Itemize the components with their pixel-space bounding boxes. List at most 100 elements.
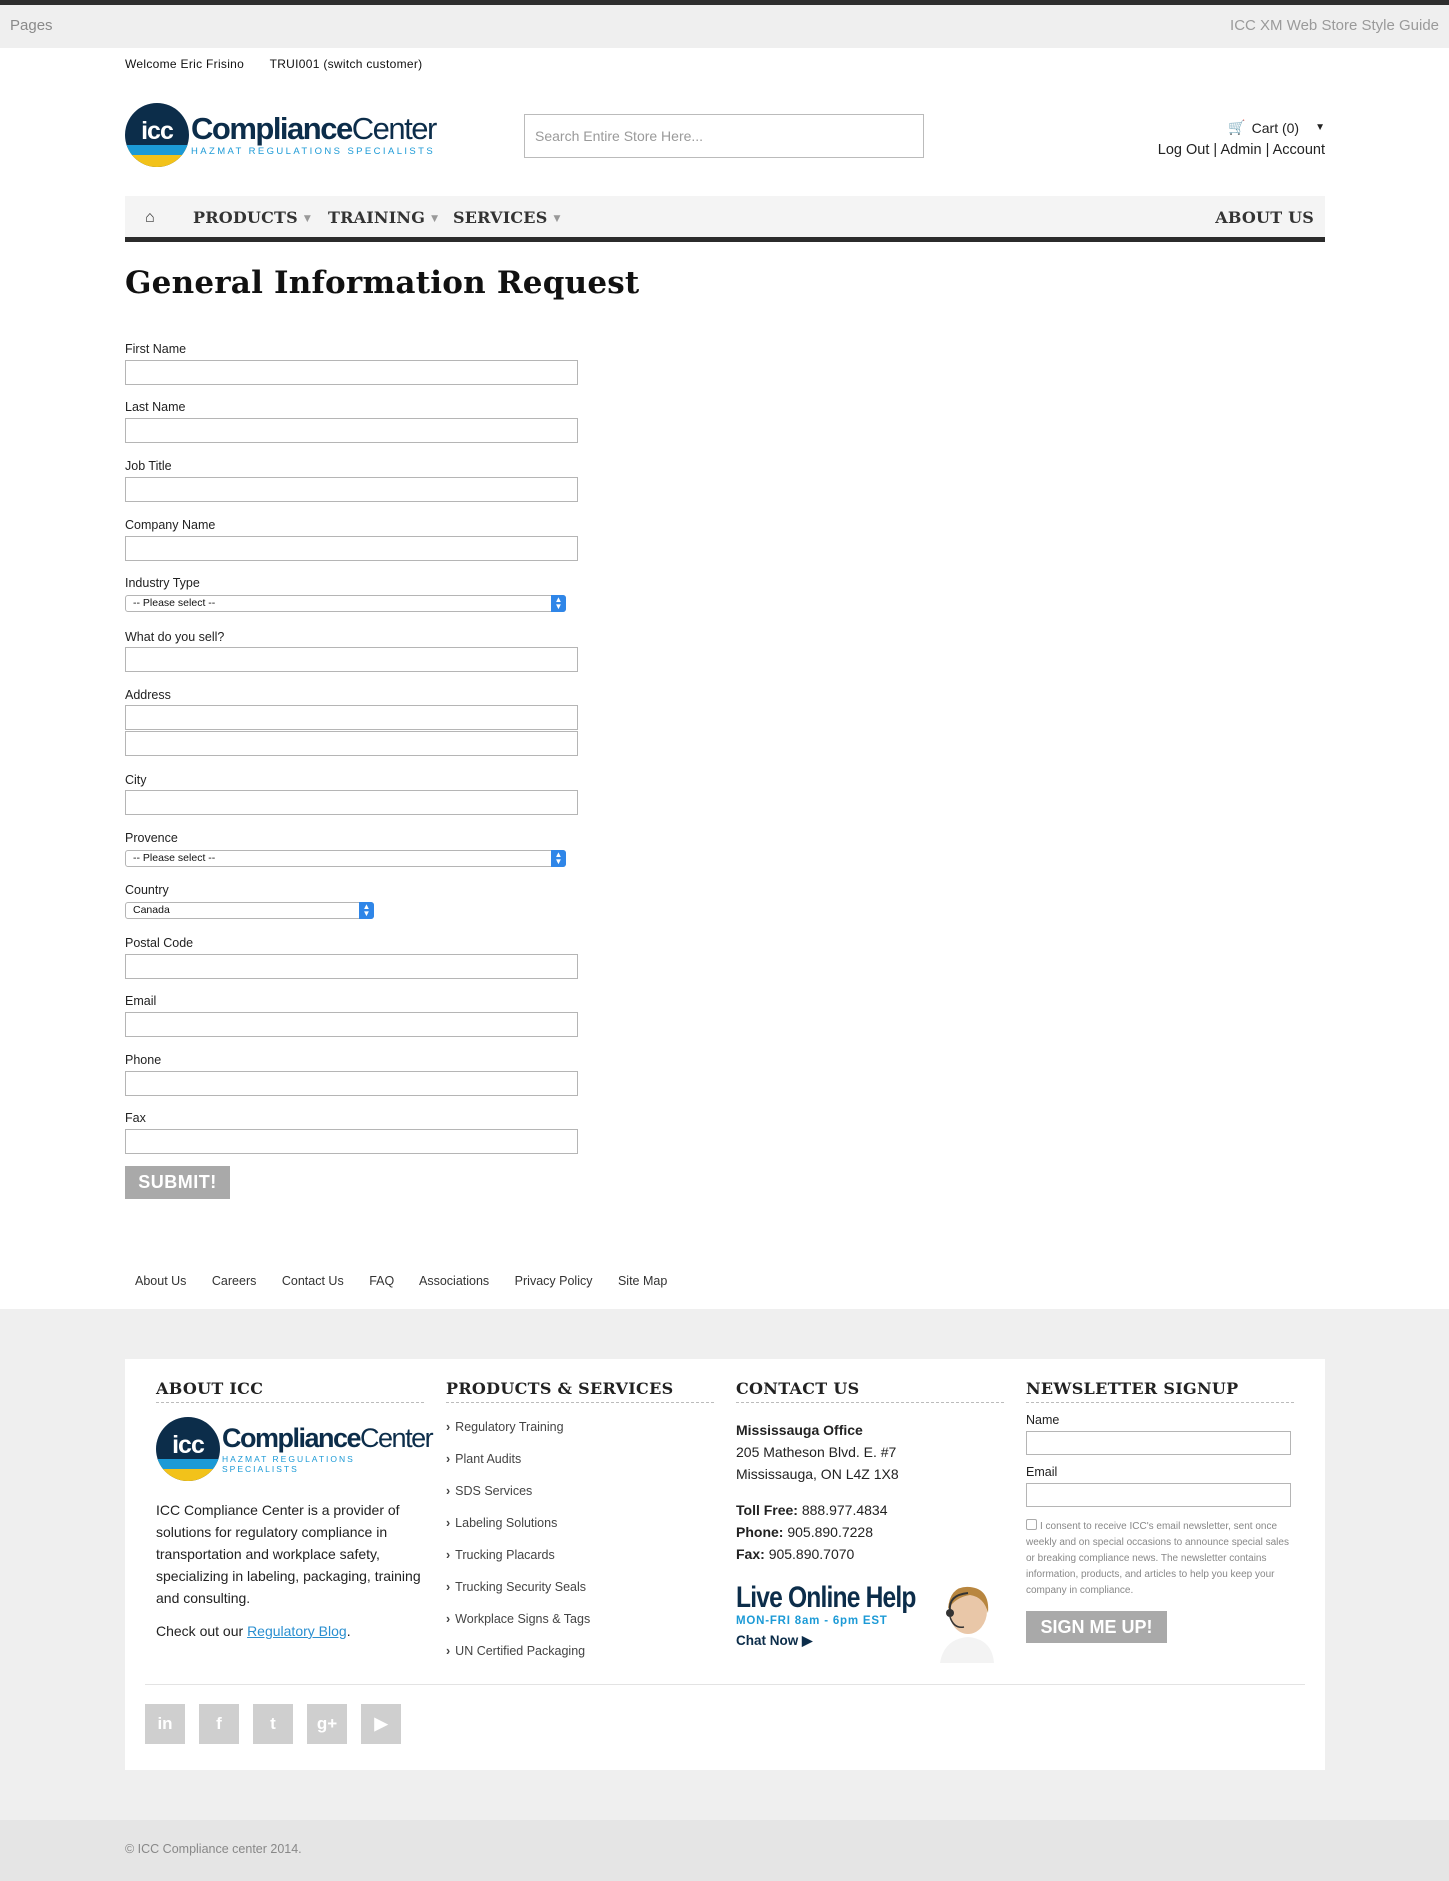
company-name-label: Company Name [125,518,216,532]
province-label: Provence [125,831,178,845]
footer-links: About Us Careers Contact Us FAQ Associat… [135,1274,689,1288]
company-name-field[interactable] [125,536,578,561]
support-agent-image [940,1586,994,1663]
product-link[interactable]: UN Certified Packaging [446,1635,714,1667]
site-logo[interactable]: icc ComplianceCenter HAZMAT REGULATIONS … [125,103,437,167]
phone-label: Phone [125,1053,162,1067]
cart-label: Cart (0) [1251,119,1300,136]
about-heading: ABOUT ICC [156,1379,424,1403]
linkedin-icon[interactable]: in [145,1704,185,1744]
city-field[interactable] [125,790,578,815]
job-title-field[interactable] [125,477,578,502]
newsletter-heading: NEWSLETTER SIGNUP [1026,1379,1294,1403]
account-link[interactable]: Account [1273,142,1325,158]
logo-mark: icc [125,103,189,167]
footer-link-privacy[interactable]: Privacy Policy [515,1274,593,1288]
office-city: Mississauga, ON L4Z 1X8 [736,1466,899,1482]
select-arrows-icon: ▲ ▼ [551,850,566,867]
social-links: in f t g+ ▶ [145,1704,401,1744]
nav-training[interactable]: TRAINING ▼ [328,208,438,227]
footer-link-contact[interactable]: Contact Us [282,1274,344,1288]
contact-column: CONTACT US Mississauga Office 205 Mathes… [736,1379,1004,1665]
pages-link[interactable]: Pages [10,17,53,34]
regulatory-blog-link[interactable]: Regulatory Blog [247,1623,347,1639]
last-name-field[interactable] [125,418,578,443]
facebook-icon[interactable]: f [199,1704,239,1744]
contact-heading: CONTACT US [736,1379,1004,1403]
youtube-icon[interactable]: ▶ [361,1704,401,1744]
city-label: City [125,773,147,787]
logout-link[interactable]: Log Out [1158,142,1210,158]
industry-type-select[interactable]: -- Please select -- ▲ ▼ [125,595,566,612]
account-links: Log Out | Admin | Account [1157,142,1325,158]
fax-label: Fax [125,1111,146,1125]
page-title: General Information Request [125,265,640,301]
address-label: Address [125,688,171,702]
main-nav: ⌂ PRODUCTS ▼ TRAINING ▼ SERVICES ▼ ABOUT US [125,196,1325,242]
product-link[interactable]: Regulatory Training [446,1411,714,1443]
footer-link-sitemap[interactable]: Site Map [618,1274,667,1288]
switch-customer-link[interactable]: TRUI001 (switch customer) [270,57,423,71]
consent-checkbox[interactable] [1026,1519,1037,1530]
toll-free-number: 888.977.4834 [801,1502,888,1518]
product-link[interactable]: Trucking Security Seals [446,1571,714,1603]
about-column: ABOUT ICC icc ComplianceCenter HAZMAT RE… [156,1379,434,1639]
nav-products[interactable]: PRODUCTS ▼ [193,208,311,227]
copyright-bar: © ICC Compliance center 2014. [0,1820,1449,1881]
admin-link[interactable]: Admin [1220,142,1261,158]
blog-line: Check out our Regulatory Blog. [156,1623,351,1639]
first-name-field[interactable] [125,360,578,385]
last-name-label: Last Name [125,400,186,414]
postal-code-field[interactable] [125,954,578,979]
product-link[interactable]: SDS Services [446,1475,714,1507]
select-arrows-icon: ▲ ▼ [551,595,566,612]
product-link[interactable]: Trucking Placards [446,1539,714,1571]
footer-link-careers[interactable]: Careers [212,1274,256,1288]
twitter-icon[interactable]: t [253,1704,293,1744]
select-arrows-icon: ▲ ▼ [359,902,374,919]
phone-field[interactable] [125,1071,578,1096]
footer-divider [145,1684,1305,1685]
newsletter-email-label: Email [1026,1465,1058,1479]
search-input[interactable] [524,114,924,158]
footer-card: ABOUT ICC icc ComplianceCenter HAZMAT RE… [125,1359,1325,1770]
footer-link-faq[interactable]: FAQ [369,1274,394,1288]
product-link[interactable]: Workplace Signs & Tags [446,1603,714,1635]
what-sell-field[interactable] [125,647,578,672]
newsletter-email-field[interactable] [1026,1483,1291,1507]
country-select[interactable]: Canada ▲ ▼ [125,902,374,919]
postal-code-label: Postal Code [125,936,194,950]
email-field[interactable] [125,1012,578,1037]
fax-field[interactable] [125,1129,578,1154]
province-select[interactable]: -- Please select -- ▲ ▼ [125,850,566,867]
product-link[interactable]: Plant Audits [446,1443,714,1475]
chevron-down-icon: ▼ [303,214,312,224]
nav-about-us[interactable]: ABOUT US [1215,208,1314,227]
nav-services[interactable]: SERVICES ▼ [453,208,561,227]
office-name: Mississauga Office [736,1422,863,1438]
live-help-banner[interactable]: Live Online Help MON-FRI 8am - 6pm EST C… [736,1581,1004,1665]
consent-text: I consent to receive ICC's email newslet… [1026,1519,1289,1596]
phone-number: 905.890.7228 [787,1524,873,1540]
footer-link-about[interactable]: About Us [135,1274,186,1288]
product-link[interactable]: Labeling Solutions [446,1507,714,1539]
first-name-label: First Name [125,342,187,356]
newsletter-name-field[interactable] [1026,1431,1291,1455]
address-line1-field[interactable] [125,705,578,730]
industry-type-label: Industry Type [125,576,200,590]
footer-link-associations[interactable]: Associations [419,1274,489,1288]
live-help-title: Live Online Help [736,1581,916,1614]
email-label: Email [125,994,157,1008]
home-icon[interactable]: ⌂ [145,209,155,227]
newsletter-name-label: Name [1026,1413,1060,1427]
googleplus-icon[interactable]: g+ [307,1704,347,1744]
about-text: ICC Compliance Center is a provider of s… [156,1502,421,1606]
logo-mark: icc [156,1417,220,1481]
cart-button[interactable]: 🛒 Cart (0) ▼ [1228,119,1325,136]
submit-button[interactable]: SUBMIT! [125,1166,230,1199]
welcome-bar: Welcome Eric Frisino TRUI001 (switch cus… [125,57,1325,71]
address-line2-field[interactable] [125,731,578,756]
footer-logo: icc ComplianceCenter HAZMAT REGULATIONS … [156,1417,434,1481]
country-label: Country [125,883,169,897]
sign-me-up-button[interactable]: SIGN ME UP! [1026,1611,1167,1643]
